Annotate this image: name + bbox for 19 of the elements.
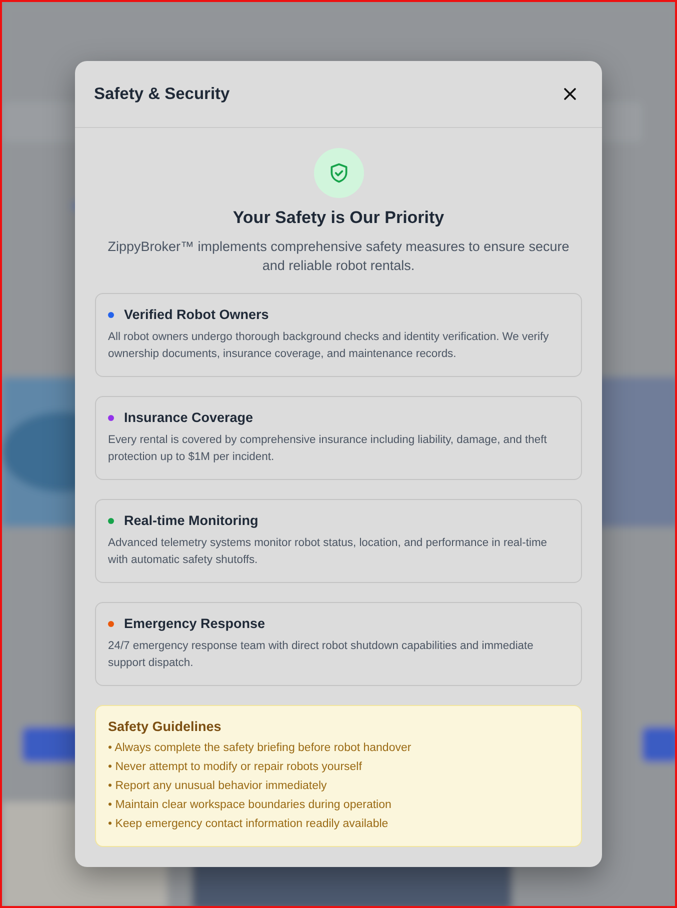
- shield-check-icon: [314, 148, 364, 198]
- feature-title: Verified Robot Owners: [124, 307, 269, 322]
- guideline-item: • Always complete the safety briefing before robot handover: [108, 741, 412, 756]
- close-icon: [562, 86, 578, 102]
- heading: Your Safety is Our Priority: [232, 208, 446, 228]
- feature-description: 24/7 emergency response team with direct robot shutdown capabilities and immediate support dispatch.: [108, 639, 534, 671]
- feature-description: Advanced telemetry systems monitor robot status, location, and performance in real-time with automatic safety shutoffs.: [108, 536, 548, 568]
- feature-title: Emergency Response: [124, 616, 266, 631]
- feature-title: Real-time Monitoring: [124, 513, 258, 528]
- guideline-item: • Maintain clear workspace boundaries during operation: [108, 798, 392, 813]
- feature-title: Insurance Coverage: [124, 410, 254, 425]
- feature-description: Every rental is covered by comprehensive insurance including liability, damage, and theft protection up to $1M per incident.: [108, 433, 548, 465]
- guideline-item: • Keep emergency contact information readily available: [108, 817, 390, 832]
- intro-text: ZippyBroker™ implements comprehensive safety measures to ensure secure and reliable robot rentals.: [106, 238, 570, 275]
- guideline-item: • Report any unusual behavior immediately: [108, 779, 328, 794]
- feature-description: All robot owners undergo thorough background checks and identity verification. We verify ownership documents, insurance coverage, and maintenance records.: [108, 330, 550, 362]
- dialog-title: Safety & Security: [94, 84, 230, 104]
- guidelines-title: Safety Guidelines: [108, 719, 222, 734]
- guideline-item: • Never attempt to modify or repair robots yourself: [108, 760, 363, 775]
